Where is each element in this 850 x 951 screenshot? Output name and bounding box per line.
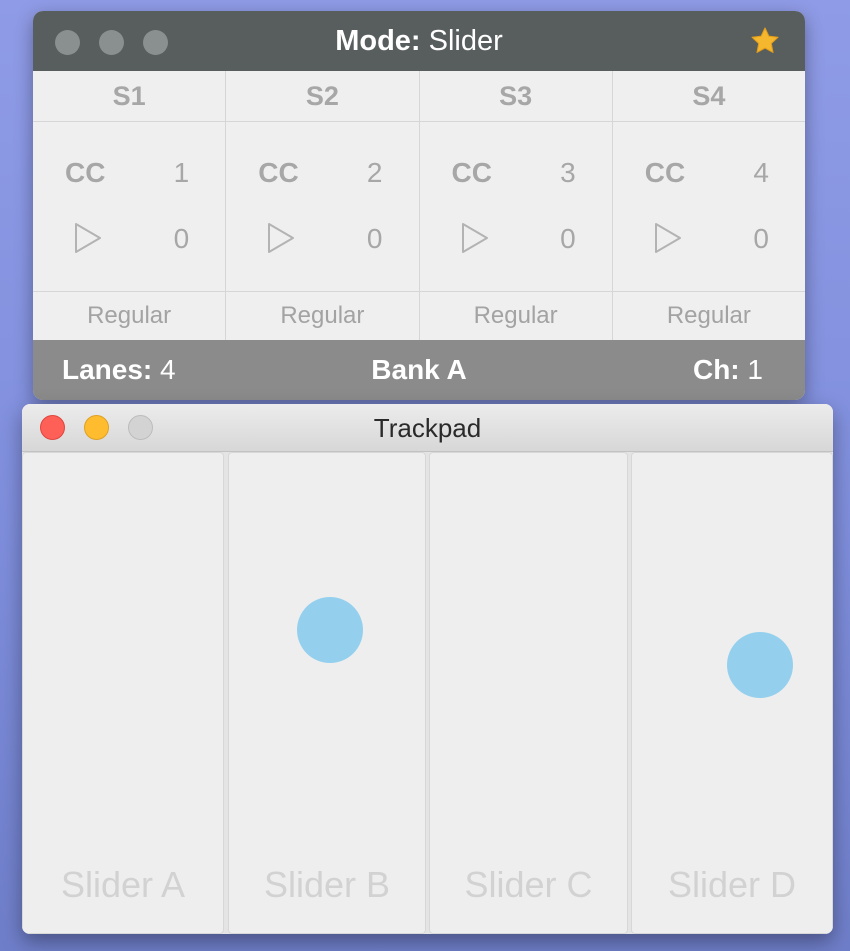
cc-label: CC [451, 157, 492, 188]
slider-label: Slider C [464, 864, 593, 905]
channel-label: Ch: [692, 354, 740, 385]
lane-header: S3 [419, 71, 612, 122]
lane-value: 0 [366, 223, 383, 254]
trackpad-window: Trackpad Slider A Slider B Slider C Slid… [22, 404, 833, 934]
mode-title: Mode: Slider [33, 24, 805, 58]
cc-number[interactable]: 2 [367, 157, 383, 189]
play-icon[interactable] [266, 221, 296, 255]
slider-label: Slider D [667, 864, 797, 905]
cc-number[interactable]: 1 [174, 157, 190, 189]
lane-value: 0 [753, 223, 769, 254]
window-title: Trackpad [373, 413, 482, 443]
slider-b[interactable]: Slider B [228, 452, 426, 934]
slider-label: Slider B [263, 864, 391, 905]
mode-label: Mode: [335, 25, 421, 57]
slider-a[interactable]: Slider A [22, 452, 224, 934]
lane-value: 0 [560, 223, 576, 254]
lane-s2[interactable]: S2 CC 2 0 Regular [226, 71, 420, 340]
channel-value: 1 [747, 354, 763, 385]
touch-point[interactable] [297, 597, 363, 663]
mode-window-titlebar[interactable]: Mode: Slider [33, 11, 805, 71]
cc-number[interactable]: 4 [753, 157, 769, 189]
lane-mode[interactable]: Regular [226, 291, 419, 340]
lane-header: S4 [612, 71, 805, 122]
lane-s3[interactable]: S3 CC 3 0 Regular [419, 71, 613, 340]
slider-label: Slider A [60, 864, 186, 905]
lane-mode[interactable]: Regular [33, 291, 226, 340]
lane-header: S2 [226, 71, 419, 122]
trackpad-surface[interactable]: Slider A Slider B Slider C Slider D [22, 452, 833, 934]
slider-c[interactable]: Slider C [429, 452, 628, 934]
channel-indicator[interactable]: Ch: 1 [693, 340, 763, 400]
trackpad-titlebar[interactable]: Trackpad [22, 404, 833, 452]
lane-mode[interactable]: Regular [612, 291, 805, 340]
lane-value: 0 [173, 223, 190, 254]
touch-point[interactable] [727, 632, 793, 698]
lane-mode[interactable]: Regular [419, 291, 612, 340]
mode-value: Slider [428, 25, 503, 57]
cc-label: CC [644, 157, 686, 188]
mode-window: Mode: Slider S1 CC 1 0 Regular S2 CC 2 0… [33, 11, 805, 400]
play-icon[interactable] [460, 221, 490, 255]
cc-label: CC [65, 157, 106, 188]
lane-s4[interactable]: S4 CC 4 0 Regular [612, 71, 805, 340]
lane-s1[interactable]: S1 CC 1 0 Regular [33, 71, 227, 340]
cc-label: CC [258, 157, 299, 188]
lane-grid: S1 CC 1 0 Regular S2 CC 2 0 Regular S3 C… [33, 71, 805, 340]
bank-indicator[interactable]: Bank A [33, 340, 805, 400]
play-icon[interactable] [653, 221, 683, 255]
status-bar: Lanes: 4 Bank A Ch: 1 [33, 340, 805, 400]
star-icon[interactable] [749, 25, 781, 57]
lane-header: S1 [33, 71, 226, 122]
slider-d[interactable]: Slider D [631, 452, 833, 934]
cc-number[interactable]: 3 [560, 157, 576, 189]
play-icon[interactable] [73, 221, 103, 255]
